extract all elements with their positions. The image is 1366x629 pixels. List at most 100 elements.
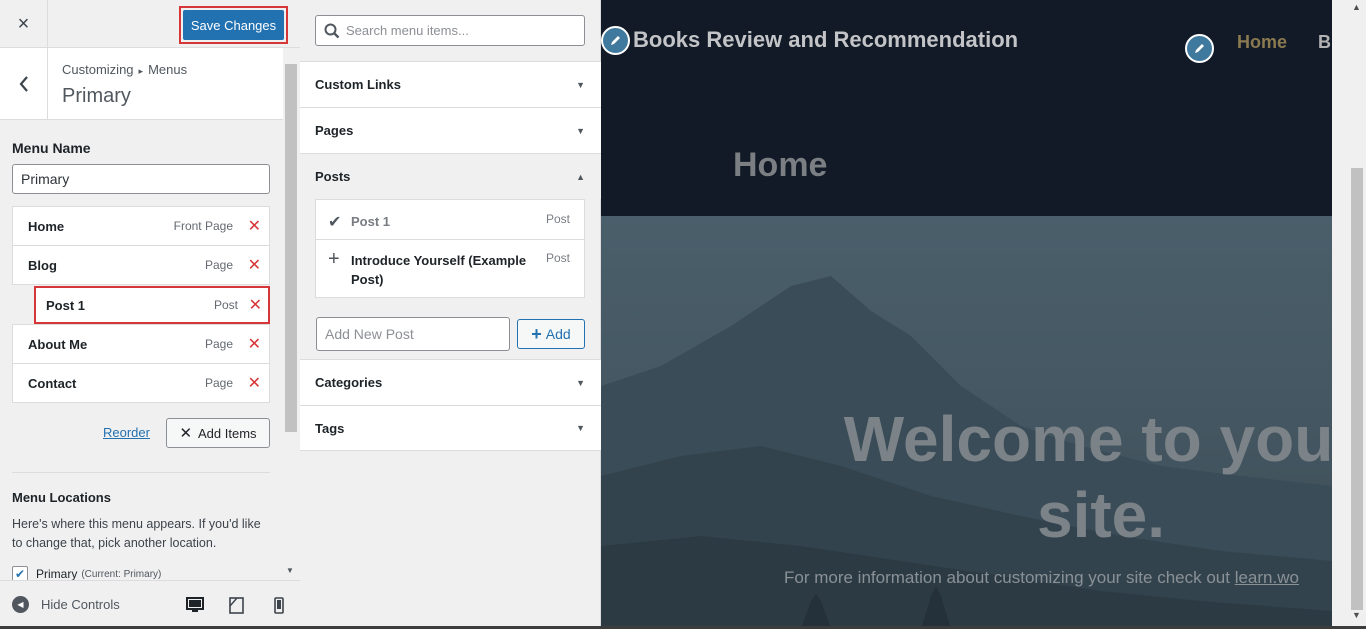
desktop-icon: [186, 597, 204, 612]
welcome-subtext: For more information about customizing y…: [784, 568, 1299, 588]
accordion-label: Pages: [315, 123, 354, 138]
preview-nav-blog[interactable]: Bl: [1318, 32, 1332, 53]
available-menu-items-panel: Custom Links ▼ Pages ▼ Posts ▲ ✔ Post 1 …: [300, 0, 601, 629]
location-primary-note: (Current: Primary): [81, 568, 162, 580]
preview-page-title: Home: [733, 146, 828, 184]
section-header: Customizing ▸ Menus Primary: [0, 48, 283, 120]
edit-site-title-button[interactable]: [601, 26, 630, 55]
close-icon: ✕: [179, 425, 193, 442]
accordion-pages[interactable]: Pages ▼: [300, 107, 601, 153]
menu-item-type: Front Page: [173, 219, 233, 233]
breadcrumb: Customizing ▸ Menus: [62, 62, 187, 77]
tablet-preview-button[interactable]: [227, 595, 247, 615]
hide-controls-label: Hide Controls: [41, 597, 120, 612]
post-title: Introduce Yourself (Example Post): [351, 253, 527, 287]
search-icon: [324, 23, 340, 39]
preview-hero: Welcome to your site. For more informati…: [601, 216, 1332, 629]
pencil-icon: [611, 36, 620, 45]
add-items-button[interactable]: ✕ Add Items: [166, 418, 270, 448]
breadcrumb-separator-icon: ▸: [138, 66, 144, 76]
preview-scrollbar-thumb[interactable]: [1351, 168, 1363, 610]
reorder-link[interactable]: Reorder: [103, 425, 150, 440]
menu-locations-description: Here's where this menu appears. If you'd…: [12, 517, 261, 550]
menu-items-search[interactable]: [315, 15, 585, 46]
scroll-up-icon[interactable]: ▲: [1352, 2, 1361, 12]
breadcrumb-root: Customizing: [62, 62, 134, 77]
accordion-custom-links[interactable]: Custom Links ▼: [300, 61, 601, 107]
menu-item-type: Post: [213, 298, 238, 312]
hide-controls-button[interactable]: ◀ Hide Controls: [12, 596, 120, 613]
accordion-label: Tags: [315, 420, 345, 436]
mobile-icon: [274, 597, 284, 614]
location-primary-label: Primary: [36, 567, 78, 581]
mobile-preview-button[interactable]: [269, 595, 289, 615]
desktop-preview-button[interactable]: [177, 595, 213, 629]
welcome-subtext-body: For more information about customizing y…: [784, 568, 1235, 587]
new-post-title-input[interactable]: [316, 317, 510, 351]
collapse-icon: ◀: [12, 596, 29, 613]
divider: [12, 472, 270, 473]
site-preview: Books Review and Recommendation Home Bl …: [601, 0, 1332, 629]
accordion-categories[interactable]: Categories ▼: [300, 359, 601, 405]
scroll-down-icon[interactable]: ▼: [1352, 610, 1361, 620]
accordion-tags[interactable]: Tags ▼: [300, 405, 601, 451]
post-title: Post 1: [351, 214, 391, 229]
welcome-heading: Welcome to your: [843, 403, 1332, 475]
close-customizer-button[interactable]: ×: [0, 0, 48, 48]
menu-item-label: Home: [28, 218, 65, 234]
menu-item-label: Blog: [28, 257, 57, 273]
accordion-label: Custom Links: [315, 77, 401, 92]
preview-header: Books Review and Recommendation Home Bl …: [601, 0, 1332, 216]
delete-icon[interactable]: ✕: [249, 295, 262, 315]
chevron-down-icon: ▼: [576, 125, 585, 136]
add-new-post-button[interactable]: + Add: [517, 319, 585, 349]
accordion-posts[interactable]: Posts ▲: [300, 153, 601, 199]
customizer-controls-panel: × Save Changes Customizing ▸ Menus Primary…: [0, 0, 300, 629]
divider: [316, 239, 584, 240]
accordion-label: Categories: [315, 375, 383, 390]
preview-nav-home[interactable]: Home: [1237, 32, 1287, 53]
customizer-topbar: × Save Changes: [0, 0, 300, 48]
breadcrumb-parent: Menus: [148, 62, 188, 77]
menu-item-type: Page: [204, 376, 233, 390]
add-label: Add: [545, 326, 571, 342]
scroll-down-icon[interactable]: ▼: [286, 566, 294, 575]
search-input[interactable]: [346, 16, 581, 45]
menu-item-home[interactable]: Home Front Page ✕: [12, 206, 270, 246]
menu-locations-title: Menu Locations: [12, 490, 111, 505]
save-button-highlight: Save Changes: [179, 6, 288, 44]
controls-scrollbar-thumb[interactable]: [285, 64, 297, 432]
plus-icon: +: [531, 323, 542, 344]
pencil-icon: [1195, 44, 1204, 53]
site-title[interactable]: Books Review and Recommendation: [633, 27, 1018, 53]
menu-item-contact[interactable]: Contact Page ✕: [12, 363, 270, 403]
accordion-label: Posts: [315, 169, 351, 184]
menu-item-label: Contact: [28, 375, 77, 391]
delete-icon[interactable]: ✕: [248, 334, 261, 354]
post-type: Post: [545, 251, 570, 265]
edit-menu-button[interactable]: [1185, 34, 1214, 63]
section-title: Primary: [62, 85, 131, 107]
menu-item-label: Post 1: [46, 297, 86, 313]
customizer-footer: ◀ Hide Controls: [0, 580, 300, 629]
learn-more-link[interactable]: learn.wo: [1235, 568, 1299, 587]
chevron-down-icon: ▼: [576, 423, 585, 433]
menu-items-list: Home Front Page ✕ Blog Page ✕ Post 1 Pos…: [12, 206, 270, 403]
menu-name-label: Menu Name: [12, 140, 91, 156]
delete-icon[interactable]: ✕: [248, 255, 261, 275]
chevron-down-icon: ▼: [576, 79, 585, 90]
post-type: Post: [545, 212, 570, 226]
posts-list: ✔ Post 1 Post + Introduce Yourself (Exam…: [315, 199, 585, 298]
menu-item-post-1[interactable]: Post 1 Post ✕: [34, 286, 270, 324]
tablet-icon: [229, 597, 244, 614]
menu-name-input[interactable]: [12, 164, 270, 194]
delete-icon[interactable]: ✕: [248, 216, 261, 236]
menu-item-type: Page: [204, 337, 233, 351]
back-button[interactable]: [0, 48, 48, 120]
menu-item-type: Page: [204, 258, 233, 272]
menu-item-about-me[interactable]: About Me Page ✕: [12, 324, 270, 364]
checkmark-icon: ✔: [328, 214, 342, 231]
save-changes-button[interactable]: Save Changes: [183, 10, 284, 40]
delete-icon[interactable]: ✕: [248, 373, 261, 393]
menu-item-blog[interactable]: Blog Page ✕: [12, 245, 270, 285]
